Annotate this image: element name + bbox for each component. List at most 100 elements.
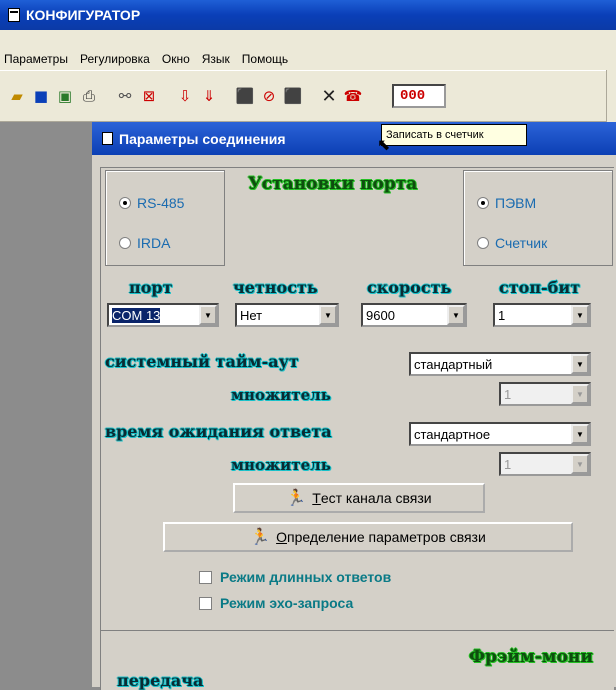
connection-params-window: Параметры соединения RS-485 IRDA Установ…: [92, 122, 616, 690]
tooltip-write-meter: Записать в счетчик: [381, 124, 527, 146]
toolbar-separator: [306, 84, 316, 108]
long-responses-checkbox-box[interactable]: [199, 570, 212, 584]
radio-irda-label: IRDA: [137, 235, 171, 251]
radio-meter-label: Счетчик: [495, 235, 548, 251]
titlebar-gap: [0, 30, 616, 48]
label-multiplier-2: множитель: [231, 456, 331, 474]
toolbar-separator: [102, 84, 112, 108]
test-channel-button-mnemonic: Т: [312, 490, 321, 506]
frame-monitor-panel: Фрэйм-мони передача: [100, 630, 614, 690]
interface-groupbox: [105, 170, 225, 266]
toolbar-separator: [222, 84, 232, 108]
radio-rs485[interactable]: RS-485: [119, 195, 184, 211]
response-wait-value: стандартное: [414, 426, 491, 442]
write-down-icon[interactable]: ⇓: [198, 84, 220, 108]
radio-irda-button[interactable]: [119, 237, 131, 249]
test-channel-button[interactable]: 🏃 Тест канала связи: [233, 483, 485, 513]
port-settings-panel: RS-485 IRDA Установки порта ПЭВМ Счетчик…: [100, 167, 614, 637]
label-parity: четность: [233, 278, 318, 297]
radio-rs485-label: RS-485: [137, 195, 185, 211]
open-folder-icon[interactable]: ▰: [6, 84, 28, 108]
menu-item-parameters[interactable]: Параметры: [4, 52, 68, 66]
running-man-icon: 🏃: [250, 529, 271, 546]
port-select[interactable]: COM 13 ▼: [107, 303, 219, 327]
stop-bit-select[interactable]: 1 ▼: [493, 303, 591, 327]
dialog-titlebar: Параметры соединения: [92, 122, 616, 155]
chevron-down-icon[interactable]: ▼: [571, 354, 589, 374]
label-speed: скорость: [367, 278, 452, 297]
menu-item-language[interactable]: Язык: [202, 52, 230, 66]
long-responses-label: Режим длинных ответов: [220, 569, 392, 585]
save-icon[interactable]: ■: [30, 84, 52, 108]
echo-request-checkbox[interactable]: Режим эхо-запроса: [199, 595, 353, 611]
chevron-down-icon: ▼: [571, 454, 589, 474]
label-port: порт: [129, 278, 173, 297]
chevron-down-icon[interactable]: ▼: [319, 305, 337, 325]
system-timeout-select[interactable]: стандартный ▼: [409, 352, 591, 376]
radio-pc[interactable]: ПЭВМ: [477, 195, 536, 211]
read-meter-icon[interactable]: ⬛: [234, 84, 256, 108]
printer-icon[interactable]: ⎙: [78, 84, 100, 108]
phone-icon[interactable]: ☎: [342, 84, 364, 108]
chevron-down-icon[interactable]: ▼: [447, 305, 465, 325]
stop-bit-select-value: 1: [498, 307, 506, 323]
toolbar: ▰ ■ ▣ ⎙ ⚯ ⊠ ⇩ ⇓ ⬛ ⊘ ⬛ ✕ ☎ 000: [0, 70, 616, 122]
mouse-cursor-icon: ⬉: [377, 135, 391, 154]
detect-params-button-mnemonic: О: [276, 529, 287, 545]
app-titlebar: КОНФИГУРАТОР: [0, 0, 616, 30]
menu-bar: Параметры Регулировка Окно Язык Помощь: [0, 48, 616, 70]
radio-meter[interactable]: Счетчик: [477, 235, 547, 251]
multiplier-1-select: 1 ▼: [499, 382, 591, 406]
running-man-icon: 🏃: [286, 490, 307, 507]
app-title: КОНФИГУРАТОР: [26, 7, 141, 23]
test-channel-button-label: ест канала связи: [320, 490, 432, 506]
toolbar-separator: [162, 84, 172, 108]
dialog-title: Параметры соединения: [119, 130, 286, 147]
transmit-label: передача: [117, 671, 204, 690]
echo-request-label: Режим эхо-запроса: [220, 595, 354, 611]
label-system-timeout: системный тайм-аут: [105, 352, 299, 371]
chevron-down-icon: ▼: [571, 384, 589, 404]
label-multiplier-1: множитель: [231, 386, 331, 404]
app-system-icon[interactable]: [8, 8, 20, 22]
port-select-value: COM 13: [112, 307, 161, 323]
label-stop-bit: стоп-бит: [499, 278, 581, 297]
parity-select-value: Нет: [240, 307, 263, 323]
radio-irda[interactable]: IRDA: [119, 235, 170, 251]
frame-monitor-heading: Фрэйм-мони: [469, 647, 593, 667]
multiplier-2-value: 1: [504, 456, 512, 472]
detect-params-button-label: пределение параметров связи: [286, 529, 486, 545]
dialog-system-icon[interactable]: [102, 132, 113, 145]
menu-item-regulation[interactable]: Регулировка: [80, 52, 150, 66]
chevron-down-icon[interactable]: ▼: [199, 305, 217, 325]
menu-item-window[interactable]: Окно: [162, 52, 190, 66]
speed-select-value: 9600: [366, 307, 395, 323]
port-settings-heading: Установки порта: [248, 174, 418, 194]
target-groupbox: [463, 170, 613, 266]
read-down-icon[interactable]: ⇩: [174, 84, 196, 108]
radio-pc-label: ПЭВМ: [495, 195, 537, 211]
radio-rs485-button[interactable]: [119, 197, 131, 209]
radio-meter-button[interactable]: [477, 237, 489, 249]
echo-request-checkbox-box[interactable]: [199, 596, 212, 610]
chevron-down-icon[interactable]: ▼: [571, 424, 589, 444]
radio-pc-button[interactable]: [477, 197, 489, 209]
detect-params-button[interactable]: 🏃 Определение параметров связи: [163, 522, 573, 552]
speed-select[interactable]: 9600 ▼: [361, 303, 467, 327]
delete-icon[interactable]: ⊠: [138, 84, 160, 108]
toolbar-right-edge: [606, 70, 616, 122]
label-response-wait: время ожидания ответа: [105, 422, 332, 441]
menu-item-help[interactable]: Помощь: [242, 52, 288, 66]
multiplier-2-select: 1 ▼: [499, 452, 591, 476]
close-icon[interactable]: ✕: [318, 84, 340, 108]
monitor-icon[interactable]: ▣: [54, 84, 76, 108]
parity-select[interactable]: Нет ▼: [235, 303, 339, 327]
response-wait-select[interactable]: стандартное ▼: [409, 422, 591, 446]
chevron-down-icon[interactable]: ▼: [571, 305, 589, 325]
long-responses-checkbox[interactable]: Режим длинных ответов: [199, 569, 391, 585]
binoculars-icon[interactable]: ⚯: [114, 84, 136, 108]
stop-icon[interactable]: ⊘: [258, 84, 280, 108]
counter-display: 000: [392, 84, 446, 108]
write-meter-icon[interactable]: ⬛: [282, 84, 304, 108]
system-timeout-value: стандартный: [414, 356, 493, 372]
